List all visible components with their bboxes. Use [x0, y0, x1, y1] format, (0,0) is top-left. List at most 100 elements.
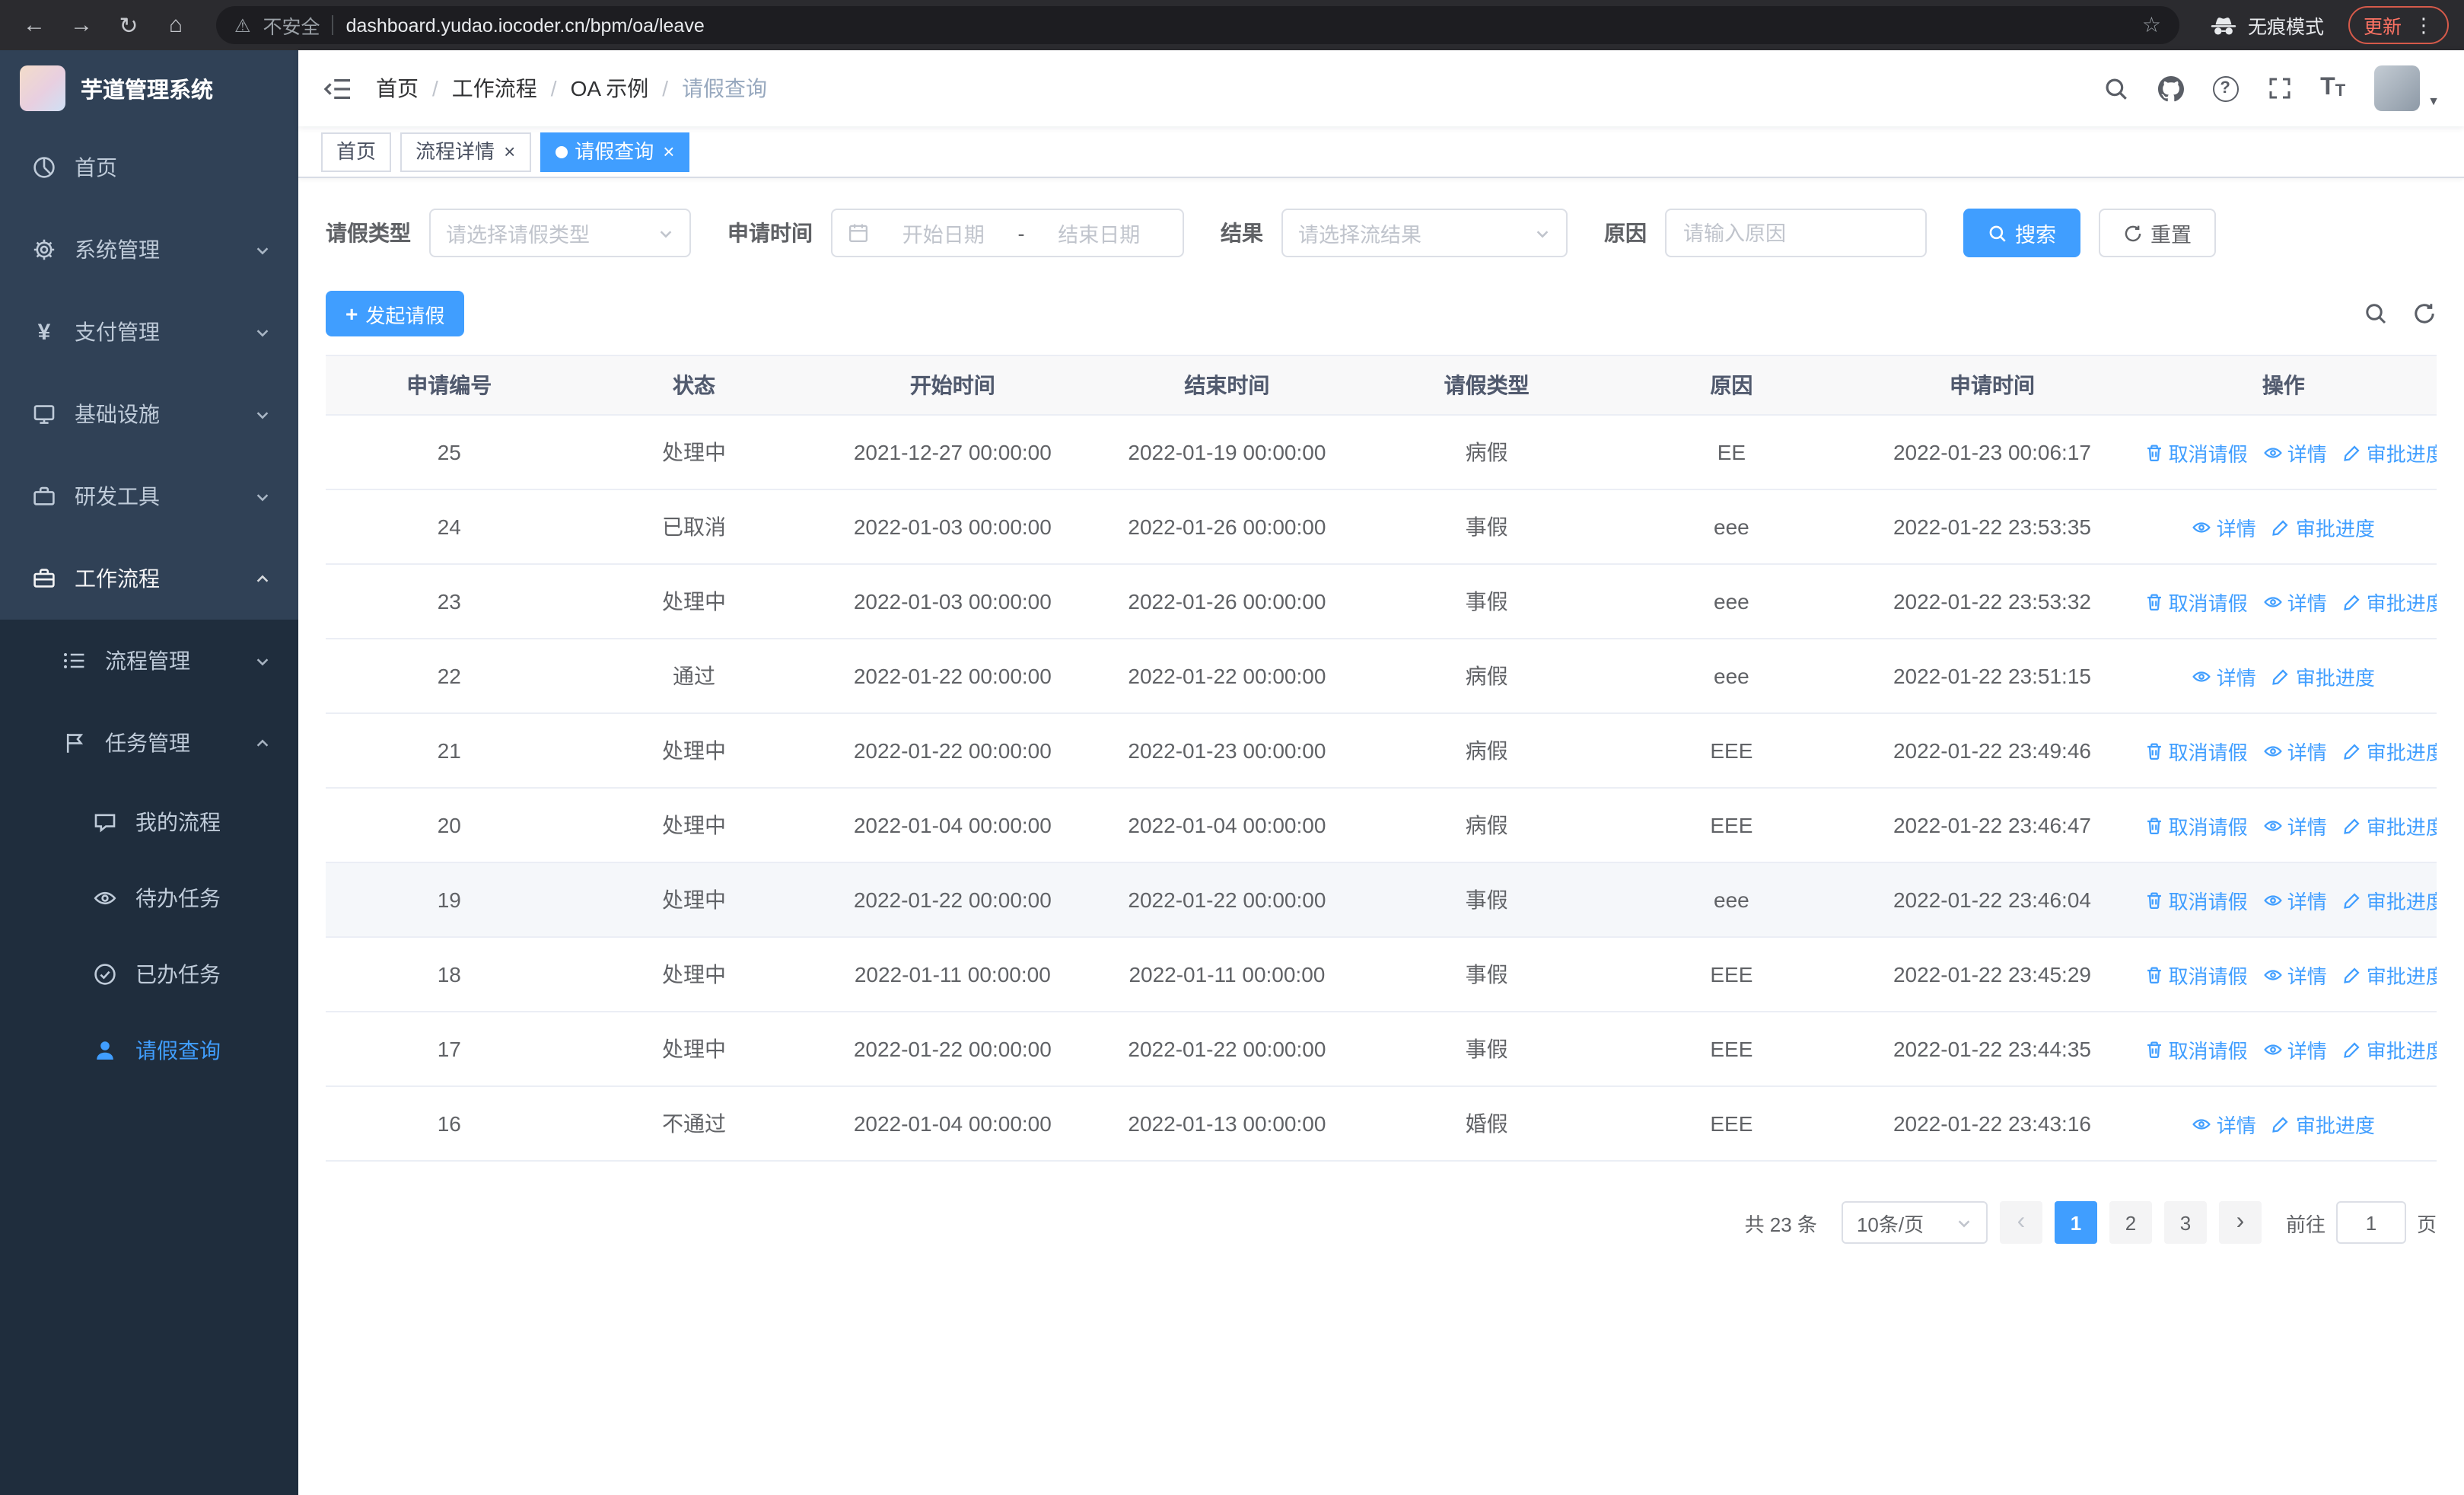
table-cell: 处理中: [572, 564, 816, 639]
reason-input[interactable]: [1665, 209, 1927, 257]
close-icon[interactable]: ×: [504, 142, 515, 161]
detail-link[interactable]: 详情: [2263, 438, 2327, 467]
approval-progress-link[interactable]: 审批进度: [2271, 1109, 2375, 1138]
approval-progress-link[interactable]: 审批进度: [2342, 438, 2437, 467]
sidebar-item-system[interactable]: 系统管理: [0, 209, 298, 291]
help-icon[interactable]: ?: [2212, 75, 2239, 101]
user-menu[interactable]: ▼: [2374, 65, 2440, 111]
approval-progress-link[interactable]: 审批进度: [2271, 661, 2375, 690]
detail-link[interactable]: 详情: [2192, 512, 2256, 541]
sidebar-item-done-tasks[interactable]: 已办任务: [0, 936, 298, 1012]
tag-home[interactable]: 首页: [321, 132, 392, 171]
breadcrumb-item[interactable]: 首页: [376, 73, 419, 104]
cancel-leave-link[interactable]: 取消请假: [2144, 1034, 2248, 1063]
sidebar-item-process-mgmt[interactable]: 流程管理: [0, 620, 298, 702]
tag-label: 请假查询: [575, 140, 654, 163]
result-select[interactable]: 请选择流结果: [1281, 209, 1568, 257]
fullscreen-icon[interactable]: [2267, 76, 2291, 100]
cancel-leave-link[interactable]: 取消请假: [2144, 811, 2248, 840]
sidebar-item-task-mgmt[interactable]: 任务管理: [0, 702, 298, 784]
sidebar-item-payment[interactable]: ¥ 支付管理: [0, 291, 298, 373]
sidebar-item-workflow[interactable]: 工作流程: [0, 537, 298, 620]
search-icon[interactable]: [2103, 75, 2128, 101]
next-page-button[interactable]: ›: [2218, 1201, 2262, 1244]
approval-progress-link[interactable]: 审批进度: [2342, 885, 2437, 914]
table-row: 18 处理中 2022-01-11 00:00:00 2022-01-11 00:00…: [326, 937, 2437, 1012]
tag-process-detail[interactable]: 流程详情 ×: [400, 132, 531, 171]
table-cell: 病假: [1364, 415, 1609, 490]
sidebar-item-leave-query[interactable]: 请假查询: [0, 1012, 298, 1089]
toggle-search-icon[interactable]: [2364, 301, 2388, 326]
leave-type-select[interactable]: 请选择请假类型: [429, 209, 691, 257]
page-button-1[interactable]: 1: [2054, 1201, 2097, 1244]
sidebar-item-label: 基础设施: [75, 402, 160, 426]
app-logo[interactable]: 芋道管理系统: [0, 50, 298, 126]
approval-progress-link[interactable]: 审批进度: [2342, 811, 2437, 840]
forward-icon[interactable]: →: [62, 6, 100, 44]
approval-progress-link[interactable]: 审批进度: [2342, 960, 2437, 989]
approval-progress-link[interactable]: 审批进度: [2271, 512, 2375, 541]
cancel-leave-link[interactable]: 取消请假: [2144, 885, 2248, 914]
github-icon[interactable]: [2157, 75, 2184, 101]
sidebar-item-my-process[interactable]: 我的流程: [0, 784, 298, 860]
table-cell: 2022-01-22 23:46:04: [1854, 862, 2131, 938]
detail-link[interactable]: 详情: [2263, 1034, 2327, 1063]
goto-page-input[interactable]: [2335, 1201, 2406, 1244]
close-icon[interactable]: ×: [663, 142, 674, 161]
detail-link[interactable]: 详情: [2192, 1109, 2256, 1138]
row-actions: 取消请假详情审批进度: [2130, 564, 2437, 639]
table-cell: 处理中: [572, 937, 816, 1012]
page-button-3[interactable]: 3: [2163, 1201, 2207, 1244]
page-button-2[interactable]: 2: [2109, 1201, 2152, 1244]
approval-progress-link[interactable]: 审批进度: [2342, 736, 2437, 765]
tag-leave-query[interactable]: 请假查询 ×: [540, 132, 690, 171]
cancel-leave-link[interactable]: 取消请假: [2144, 438, 2248, 467]
date-range-picker[interactable]: 开始日期 - 结束日期: [831, 209, 1184, 257]
table-cell: eee: [1609, 862, 1854, 938]
table-row: 20 处理中 2022-01-04 00:00:00 2022-01-04 00:00…: [326, 788, 2437, 863]
gear-icon: [27, 237, 61, 262]
address-bar[interactable]: ⚠ 不安全 dashboard.yudao.iocoder.cn/bpm/oa/…: [216, 6, 2179, 44]
eye-icon: [88, 886, 122, 910]
table-cell: 20: [326, 788, 573, 863]
back-icon[interactable]: ←: [15, 6, 53, 44]
sidebar-item-infrastructure[interactable]: 基础设施: [0, 373, 298, 455]
reset-button[interactable]: 重置: [2099, 209, 2216, 257]
refresh-icon[interactable]: [2412, 301, 2437, 326]
detail-link[interactable]: 详情: [2263, 885, 2327, 914]
table-cell: 2022-01-04 00:00:00: [1090, 788, 1364, 863]
sidebar-item-devtools[interactable]: 研发工具: [0, 455, 298, 537]
logo-image: [20, 65, 65, 111]
sidebar-item-todo-tasks[interactable]: 待办任务: [0, 860, 298, 936]
approval-progress-link[interactable]: 审批进度: [2342, 1034, 2437, 1063]
font-size-icon[interactable]: TT: [2320, 75, 2345, 100]
search-button[interactable]: 搜索: [1963, 209, 2080, 257]
leave-table: 申请编号 状态 开始时间 结束时间 请假类型 原因 申请时间 操作 25 处理中 2…: [326, 355, 2437, 1162]
approval-progress-link[interactable]: 审批进度: [2342, 587, 2437, 616]
breadcrumb-item[interactable]: 工作流程: [452, 73, 537, 104]
detail-link[interactable]: 详情: [2263, 587, 2327, 616]
page-size-select[interactable]: 10条/页: [1841, 1201, 1988, 1244]
bookmark-star-icon[interactable]: ☆: [2142, 12, 2161, 38]
browser-menu-icon[interactable]: ⋮: [2414, 15, 2434, 35]
page-content: 请假类型 请选择请假类型 申请时间 开始日期 - 结束日期 结果 请选择流结果 …: [298, 178, 2464, 1495]
detail-link[interactable]: 详情: [2263, 960, 2327, 989]
breadcrumb-item[interactable]: OA 示例: [571, 73, 649, 104]
cancel-leave-link[interactable]: 取消请假: [2144, 736, 2248, 765]
update-label: 更新: [2363, 17, 2402, 38]
detail-link[interactable]: 详情: [2263, 736, 2327, 765]
sidebar-item-home[interactable]: 首页: [0, 126, 298, 209]
update-button[interactable]: 更新 ⋮: [2348, 6, 2449, 44]
cancel-leave-link[interactable]: 取消请假: [2144, 587, 2248, 616]
create-leave-button[interactable]: + 发起请假: [326, 291, 465, 336]
detail-link[interactable]: 详情: [2263, 811, 2327, 840]
prev-page-button[interactable]: ‹: [1999, 1201, 2042, 1244]
chevron-down-icon: [254, 652, 271, 669]
home-icon[interactable]: ⌂: [157, 6, 195, 44]
sidebar-collapse-icon[interactable]: [323, 75, 352, 101]
cancel-leave-link[interactable]: 取消请假: [2144, 960, 2248, 989]
sidebar-item-label: 任务管理: [105, 731, 190, 755]
reload-icon[interactable]: ↻: [110, 6, 148, 44]
detail-link[interactable]: 详情: [2192, 661, 2256, 690]
pagination-jumper: 前往 页: [2286, 1201, 2437, 1244]
